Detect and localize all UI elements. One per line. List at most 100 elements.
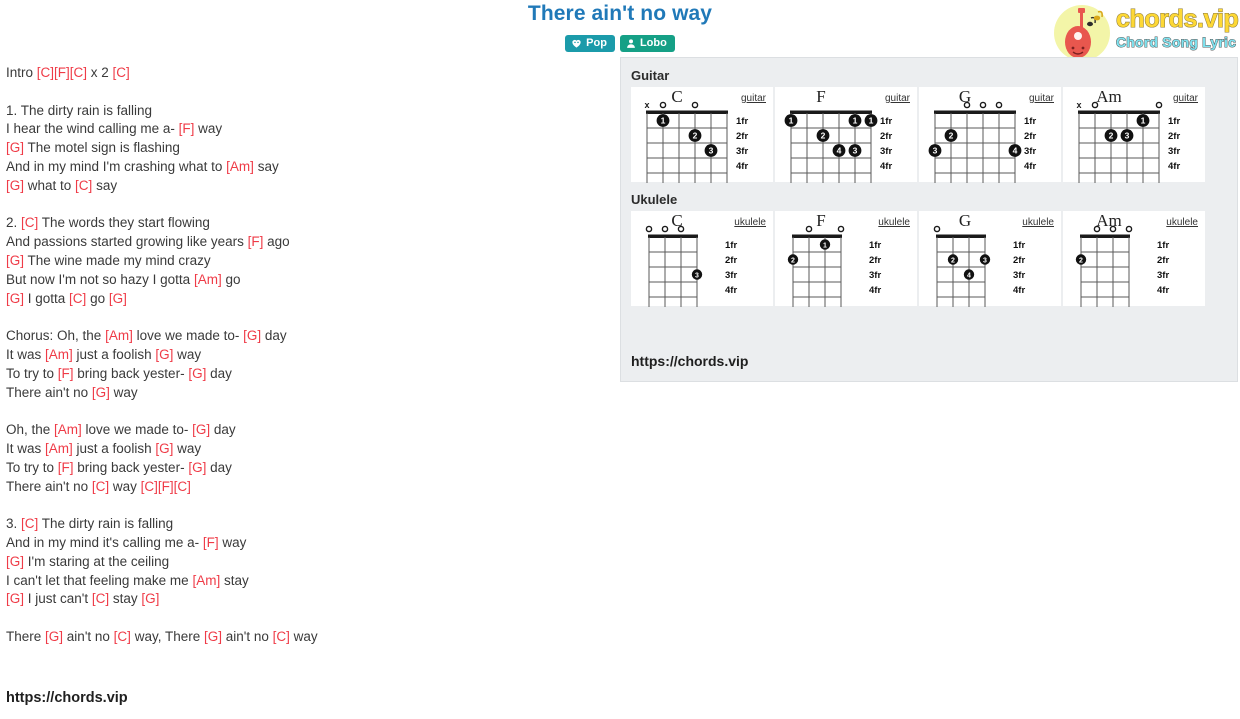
chord-token[interactable]: [G]: [6, 253, 24, 268]
chord-token[interactable]: [G]: [155, 441, 173, 456]
lyric-text: love we made to-: [132, 328, 244, 344]
chord-token[interactable]: [Am]: [194, 272, 222, 287]
chord-token[interactable]: [F]: [58, 460, 74, 475]
chord-token[interactable]: [C]: [273, 629, 290, 644]
lyric-text: day: [210, 422, 236, 438]
chord-token[interactable]: [F]: [58, 366, 74, 381]
lyric-text: go: [221, 271, 241, 287]
chord-chart-am[interactable]: Am ukulele 2 1fr 2fr 3fr 4fr: [1063, 211, 1205, 307]
svg-text:3: 3: [983, 258, 987, 265]
svg-text:4fr: 4fr: [1013, 285, 1025, 296]
chord-token[interactable]: [G]: [243, 328, 261, 343]
section-title-ukulele: Ukulele: [631, 192, 678, 207]
chord-token[interactable]: [F]: [248, 234, 264, 249]
chord-token[interactable]: [Am]: [54, 422, 82, 437]
chord-token[interactable]: [C]: [69, 291, 86, 306]
lyric-text: The dirty rain is falling: [38, 516, 174, 532]
lyric-line: There ain't no [C] way [C][F][C]: [6, 478, 606, 497]
lyric-text: The motel sign is flashing: [24, 140, 180, 156]
lyric-text: Oh, the: [6, 422, 55, 438]
svg-text:2: 2: [821, 131, 826, 141]
svg-text:4fr: 4fr: [1168, 161, 1180, 172]
svg-text:4: 4: [1013, 146, 1018, 156]
chord-token[interactable]: [G]: [155, 347, 173, 362]
chord-token[interactable]: [G]: [6, 140, 24, 155]
chord-token[interactable]: [Am]: [226, 159, 254, 174]
chord-token[interactable]: [Am]: [192, 573, 220, 588]
chord-token[interactable]: [G]: [109, 291, 127, 306]
svg-text:2fr: 2fr: [1168, 131, 1180, 142]
chord-grid: 1 1 1 2 4 3 1fr 2fr 3fr 4fr: [784, 110, 892, 183]
lyric-text: love we made to-: [81, 422, 193, 438]
svg-text:4fr: 4fr: [736, 161, 748, 172]
lyric-text: way: [173, 440, 202, 456]
chord-token[interactable]: [G]: [6, 178, 24, 193]
lyric-line: There [G] ain't no [C] way, There [G] ai…: [6, 628, 606, 647]
lyric-text: ago: [263, 234, 290, 250]
chord-chart-g[interactable]: Gukulele 2 3 4 1fr 2fr 3fr 4fr: [919, 211, 1061, 307]
lyric-text: I gotta: [24, 290, 70, 306]
lyric-line: There ain't no [G] way: [6, 384, 606, 403]
artist-badge[interactable]: Lobo: [619, 35, 675, 52]
svg-text:2: 2: [693, 131, 698, 141]
chord-chart-c[interactable]: Cguitar x 1 2 3 1fr 2fr 3fr 4fr: [631, 87, 773, 183]
lyric-text: I'm staring at the ceiling: [24, 553, 170, 569]
logo-title: chords.vip: [1115, 5, 1239, 33]
svg-text:1fr: 1fr: [736, 116, 748, 127]
lyric-text: ain't no: [63, 628, 114, 644]
chord-chart-am[interactable]: Am guitar x 1 2 3 1fr 2fr 3fr 4fr: [1063, 87, 1205, 183]
svg-text:1fr: 1fr: [1168, 116, 1180, 127]
chord-token[interactable]: [G]: [188, 460, 206, 475]
lyric-text: what to: [24, 177, 76, 193]
footer-url[interactable]: https://chords.vip: [6, 690, 128, 706]
chord-token[interactable]: [Am]: [45, 347, 73, 362]
chord-chart-c[interactable]: Cukulele 3 1fr 2fr 3fr 4fr: [631, 211, 773, 307]
chord-token[interactable]: [G]: [92, 385, 110, 400]
genre-badge[interactable]: Pop: [565, 35, 615, 52]
chord-token[interactable]: [C][F][C]: [37, 65, 87, 80]
chord-token[interactable]: [C]: [92, 591, 109, 606]
lyric-line: I can't let that feeling make me [Am] st…: [6, 572, 606, 591]
chord-token[interactable]: [C]: [75, 178, 92, 193]
chord-token[interactable]: [G]: [6, 554, 24, 569]
lyric-line: [G] I'm staring at the ceiling: [6, 553, 606, 572]
chord-chart-f[interactable]: Fguitar 1 1 1 2 4 3 1fr 2fr 3fr 4fr: [775, 87, 917, 183]
lyric-line: [G] I gotta [C] go [G]: [6, 290, 606, 309]
svg-text:1fr: 1fr: [725, 240, 737, 251]
panel-url[interactable]: https://chords.vip: [631, 353, 748, 369]
chord-token[interactable]: [Am]: [45, 441, 73, 456]
lyric-text: Intro: [6, 65, 37, 80]
chord-chart-g[interactable]: Gguitar 2 3 4 1fr 2fr 3fr 4fr: [919, 87, 1061, 183]
lyric-text: There: [6, 628, 46, 644]
lyric-line: Chorus: Oh, the [Am] love we made to- [G…: [6, 327, 606, 346]
svg-text:2fr: 2fr: [725, 255, 737, 266]
chord-token[interactable]: [C]: [21, 516, 38, 531]
chord-token[interactable]: [C]: [113, 65, 130, 80]
chord-token[interactable]: [G]: [45, 629, 63, 644]
logo-text: chords.vip Chord Song Lyric: [1115, 5, 1239, 50]
chord-token[interactable]: [G]: [204, 629, 222, 644]
chord-token[interactable]: [G]: [141, 591, 159, 606]
chord-token[interactable]: [Am]: [105, 328, 133, 343]
site-logo[interactable]: chords.vip Chord Song Lyric: [1044, 3, 1239, 63]
chord-grid: 2 1fr 2fr 3fr 4fr: [1075, 225, 1169, 307]
chord-token[interactable]: [G]: [188, 366, 206, 381]
chord-token[interactable]: [C]: [21, 215, 38, 230]
lyric-text: I hear the wind calling me a-: [6, 121, 179, 137]
chord-token[interactable]: [G]: [192, 422, 210, 437]
chord-token[interactable]: [G]: [6, 291, 24, 306]
lyric-line: [G] The motel sign is flashing: [6, 139, 606, 158]
lyric-text: It was: [6, 440, 46, 456]
svg-text:3fr: 3fr: [869, 270, 881, 281]
chord-chart-f[interactable]: Fukulele 1 2 1fr 2fr 3fr 4fr: [775, 211, 917, 307]
chord-token[interactable]: [C]: [114, 629, 131, 644]
section-title-guitar: Guitar: [631, 68, 670, 83]
chord-token[interactable]: [C]: [92, 479, 109, 494]
chord-token[interactable]: [G]: [6, 591, 24, 606]
svg-text:1: 1: [869, 116, 874, 126]
svg-text:4fr: 4fr: [869, 285, 881, 296]
svg-text:3fr: 3fr: [880, 146, 892, 157]
chord-token[interactable]: [C][F][C]: [141, 479, 191, 494]
chord-token[interactable]: [F]: [179, 121, 195, 136]
chord-token[interactable]: [F]: [203, 535, 219, 550]
